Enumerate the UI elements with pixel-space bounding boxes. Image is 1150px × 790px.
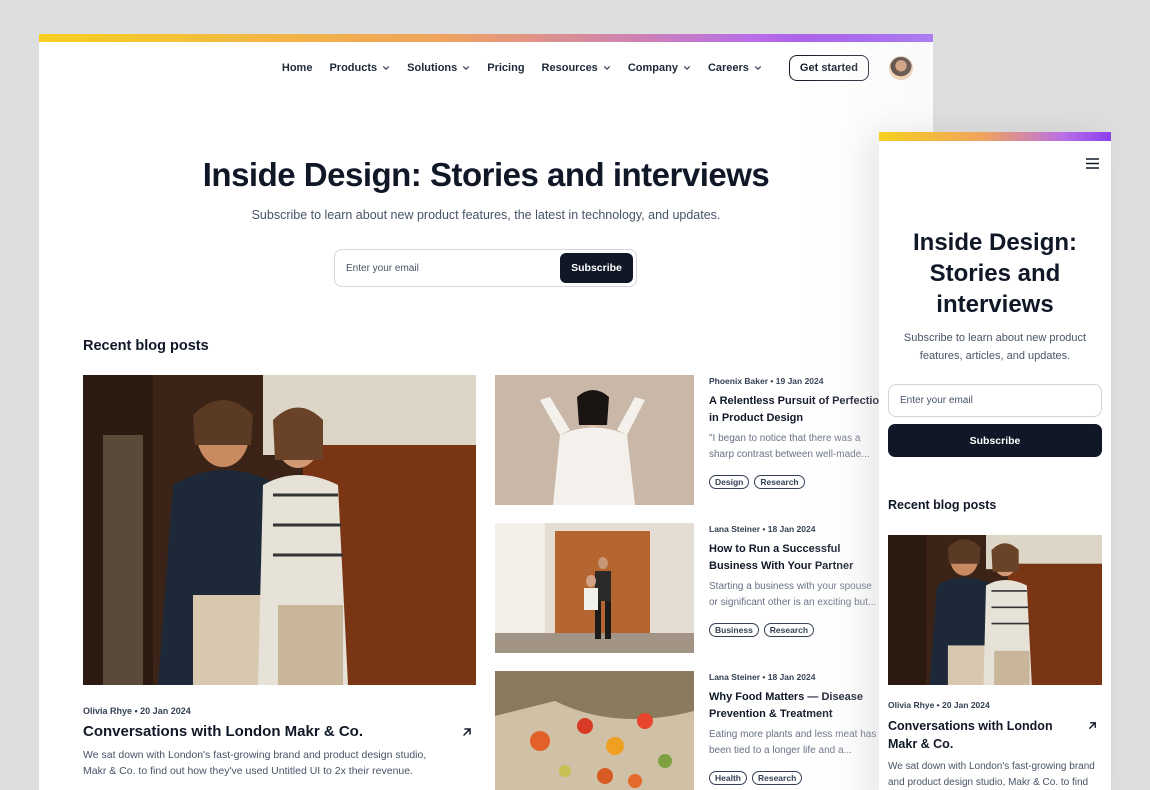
nav-label: Pricing (487, 62, 525, 74)
tag-research[interactable]: Research (754, 475, 805, 489)
nav-item-resources[interactable]: Resources (542, 62, 611, 74)
blog-post-card[interactable]: Lana Steiner • 18 Jan 2024 How to Run a … (495, 523, 933, 653)
email-input[interactable]: Enter your email (346, 263, 419, 274)
chevron-down-icon (683, 66, 690, 71)
main-nav: Home Products Solutions Pricing Resource… (265, 54, 913, 82)
hamburger-menu-icon[interactable] (1086, 158, 1099, 169)
post-title-line: in Product Design (709, 412, 804, 424)
post-thumbnail[interactable] (495, 671, 694, 790)
mobile-featured-image[interactable] (888, 535, 1102, 685)
gradient-top-bar (879, 132, 1111, 141)
mobile-email-input[interactable]: Enter your email (888, 384, 1102, 417)
nav-label: Resources (541, 62, 598, 74)
arrow-up-right-icon[interactable] (461, 726, 473, 738)
nav-item-pricing[interactable]: Pricing (487, 62, 524, 74)
mobile-post-description: We sat down with London's fast-growing b… (888, 761, 1095, 788)
post-tags: Health Research (709, 771, 803, 785)
featured-post-meta: Olivia Rhye • 20 Jan 2024 (83, 706, 191, 716)
desktop-preview: Home Products Solutions Pricing Resource… (39, 34, 933, 790)
post-tags: Business Research (709, 623, 815, 637)
post-title-line: Business With Your Partner (709, 560, 854, 572)
featured-post-title[interactable]: Conversations with London Makr & Co. (83, 723, 363, 740)
get-started-button[interactable]: Get started (788, 55, 869, 81)
mobile-preview: Inside Design: Stories and interviews Su… (879, 132, 1111, 790)
chevron-down-icon (463, 66, 470, 71)
avatar[interactable] (889, 56, 913, 80)
nav-item-careers[interactable]: Careers (708, 62, 762, 74)
post-meta: Phoenix Baker • 19 Jan 2024 (709, 376, 824, 386)
mobile-subtitle: Subscribe to learn about new product fea… (903, 332, 1087, 362)
mobile-post-title[interactable]: Conversations with London Makr & Co. (888, 717, 1070, 753)
chevron-down-icon (603, 66, 610, 71)
subscribe-button[interactable]: Subscribe (560, 253, 633, 283)
nav-label: Products (329, 62, 378, 74)
post-title-line: Why Food Matters — Disease (709, 691, 864, 703)
nav-item-solutions[interactable]: Solutions (407, 62, 470, 74)
mobile-subscribe-button[interactable]: Subscribe (888, 424, 1102, 457)
tag-research[interactable]: Research (763, 623, 815, 637)
hero-subtitle: Subscribe to learn about new product fea… (251, 208, 721, 222)
post-title[interactable]: A Relentless Pursuit of Perfection in Pr… (709, 393, 887, 427)
nav-item-products[interactable]: Products (329, 62, 390, 74)
featured-post-image[interactable] (83, 375, 476, 685)
featured-post-description: We sat down with London's fast-growing b… (83, 749, 427, 777)
post-title[interactable]: How to Run a Successful Business With Yo… (709, 541, 887, 575)
two-women-photo (888, 535, 1102, 685)
post-meta: Lana Steiner • 18 Jan 2024 (709, 524, 816, 534)
couple-studio-photo (495, 523, 694, 653)
nav-label: Home (281, 62, 313, 74)
tag-health[interactable]: Health (709, 771, 747, 785)
chevron-down-icon (383, 66, 390, 71)
gradient-top-bar (39, 34, 933, 42)
blog-post-card[interactable]: Phoenix Baker • 19 Jan 2024 A Relentless… (495, 375, 933, 505)
post-description: Starting a business with your spouse or … (709, 581, 877, 608)
page-title: Inside Design: Stories and interviews (202, 156, 770, 193)
mobile-post-meta: Olivia Rhye • 20 Jan 2024 (888, 700, 990, 710)
two-women-photo (83, 375, 476, 685)
nav-item-company[interactable]: Company (628, 62, 691, 74)
woman-white-shirt-photo (495, 375, 694, 505)
fruits-vegetables-photo (495, 671, 694, 790)
tag-research[interactable]: Research (751, 771, 803, 785)
mobile-page-title: Inside Design: Stories and interviews (879, 227, 1111, 320)
tag-business[interactable]: Business (709, 623, 759, 637)
section-heading-recent-posts: Recent blog posts (83, 338, 209, 354)
post-title-line: How to Run a Successful (709, 543, 841, 555)
post-tags: Design Research (709, 475, 805, 489)
post-title-line: Prevention & Treatment (709, 708, 833, 720)
post-title[interactable]: Why Food Matters — Disease Prevention & … (709, 689, 887, 723)
nav-label: Careers (707, 62, 749, 74)
post-description: "I began to notice that there was a shar… (709, 433, 870, 460)
chevron-down-icon (754, 66, 761, 71)
nav-label: Solutions (407, 62, 458, 74)
arrow-up-right-icon[interactable] (1087, 720, 1098, 731)
subscribe-form: Enter your email Subscribe (334, 249, 637, 287)
post-title-line: A Relentless Pursuit of Perfection (709, 395, 886, 407)
mobile-section-heading: Recent blog posts (888, 498, 997, 512)
post-thumbnail[interactable] (495, 375, 694, 505)
nav-item-home[interactable]: Home (282, 62, 313, 74)
post-description: Eating more plants and less meat has bee… (709, 729, 877, 756)
mobile-title-text: Inside Design: Stories and interviews (912, 229, 1078, 318)
tag-design[interactable]: Design (709, 475, 750, 489)
post-thumbnail[interactable] (495, 523, 694, 653)
blog-post-card[interactable]: Lana Steiner • 18 Jan 2024 Why Food Matt… (495, 671, 933, 790)
post-meta: Lana Steiner • 18 Jan 2024 (709, 672, 816, 682)
nav-label: Company (627, 62, 678, 74)
